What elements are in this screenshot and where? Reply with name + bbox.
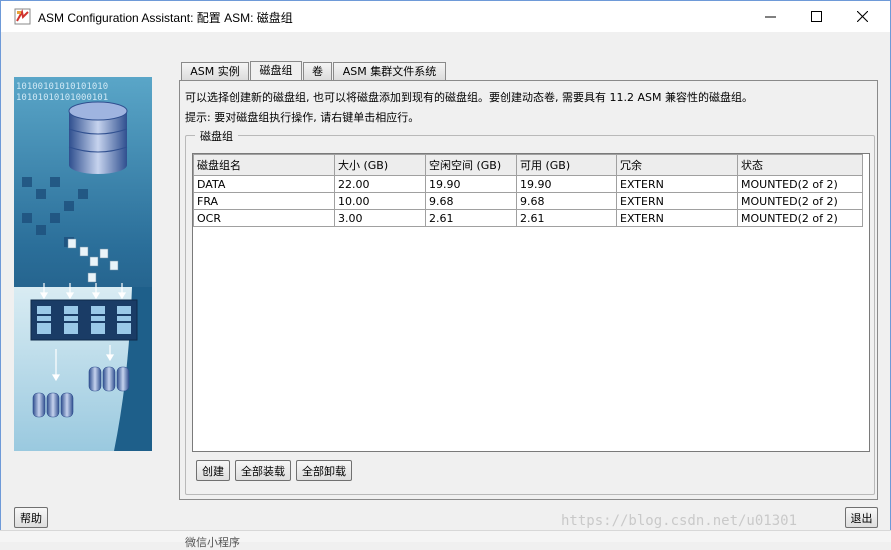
disk-group-table[interactable]: 磁盘组名 大小 (GB) 空闲空间 (GB) 可用 (GB) 冗余 状态 DAT… [192,153,870,452]
background-window-text: 微信小程序 [185,536,240,549]
table-row[interactable]: OCR 3.00 2.61 2.61 EXTERN MOUNTED(2 of 2… [193,209,863,227]
cell-state: MOUNTED(2 of 2) [737,209,863,227]
cell-free: 2.61 [425,209,517,227]
cell-name: DATA [193,175,335,193]
column-header-free[interactable]: 空闲空间 (GB) [425,154,517,176]
column-header-state[interactable]: 状态 [737,154,863,176]
close-button[interactable] [839,1,885,32]
cell-usable: 19.90 [516,175,617,193]
column-header-name[interactable]: 磁盘组名 [193,154,335,176]
table-row[interactable]: FRA 10.00 9.68 9.68 EXTERN MOUNTED(2 of … [193,192,863,210]
cell-size: 22.00 [334,175,426,193]
sidebar-illustration: 10100101010101010 10101010101000101 [14,77,152,451]
column-header-size[interactable]: 大小 (GB) [334,154,426,176]
tab-volumes[interactable]: 卷 [303,62,332,80]
minimize-button[interactable] [747,1,793,32]
table-row[interactable]: DATA 22.00 19.90 19.90 EXTERN MOUNTED(2 … [193,175,863,193]
asm-config-window: ASM Configuration Assistant: 配置 ASM: 磁盘组 [0,0,891,541]
minimize-icon [764,16,776,18]
cell-usable: 2.61 [516,209,617,227]
close-icon [856,11,868,22]
hint-text: 提示: 要对磁盘组执行操作, 请右键单击相应行。 [185,111,420,124]
binary-text-1: 10100101010101010 [16,82,108,92]
disk-group-grid: 磁盘组名 大小 (GB) 空闲空间 (GB) 可用 (GB) 冗余 状态 DAT… [193,154,863,227]
tab-asm-instance[interactable]: ASM 实例 [181,62,249,80]
cell-free: 19.90 [425,175,517,193]
maximize-icon [810,11,822,22]
column-header-usable[interactable]: 可用 (GB) [516,154,617,176]
window-title: ASM Configuration Assistant: 配置 ASM: 磁盘组 [38,11,293,25]
cell-name: FRA [193,192,335,210]
help-button[interactable]: 帮助 [14,507,48,528]
tab-asm-cluster-fs[interactable]: ASM 集群文件系统 [333,62,446,80]
cell-size: 10.00 [334,192,426,210]
cell-state: MOUNTED(2 of 2) [737,175,863,193]
cell-name: OCR [193,209,335,227]
info-text: 可以选择创建新的磁盘组, 也可以将磁盘添加到现有的磁盘组。要创建动态卷, 需要具… [185,91,753,104]
cell-state: MOUNTED(2 of 2) [737,192,863,210]
cell-redundancy: EXTERN [616,175,738,193]
background-window-strip [0,530,891,542]
maximize-button[interactable] [793,1,839,32]
column-header-redundancy[interactable]: 冗余 [616,154,738,176]
watermark-text: https://blog.csdn.net/u01301 [561,513,798,529]
cell-size: 3.00 [334,209,426,227]
exit-button[interactable]: 退出 [845,507,878,528]
table-header-row: 磁盘组名 大小 (GB) 空闲空间 (GB) 可用 (GB) 冗余 状态 [193,154,863,176]
tab-disk-groups[interactable]: 磁盘组 [250,61,302,81]
title-bar[interactable]: ASM Configuration Assistant: 配置 ASM: 磁盘组 [1,1,890,32]
cell-free: 9.68 [425,192,517,210]
cell-redundancy: EXTERN [616,209,738,227]
create-button[interactable]: 创建 [196,460,230,481]
cell-usable: 9.68 [516,192,617,210]
binary-text-2: 10101010101000101 [16,93,108,103]
app-icon [14,8,31,25]
mount-all-button[interactable]: 全部装载 [235,460,291,481]
groupbox-title: 磁盘组 [195,128,238,144]
dismount-all-button[interactable]: 全部卸载 [296,460,352,481]
cell-redundancy: EXTERN [616,192,738,210]
